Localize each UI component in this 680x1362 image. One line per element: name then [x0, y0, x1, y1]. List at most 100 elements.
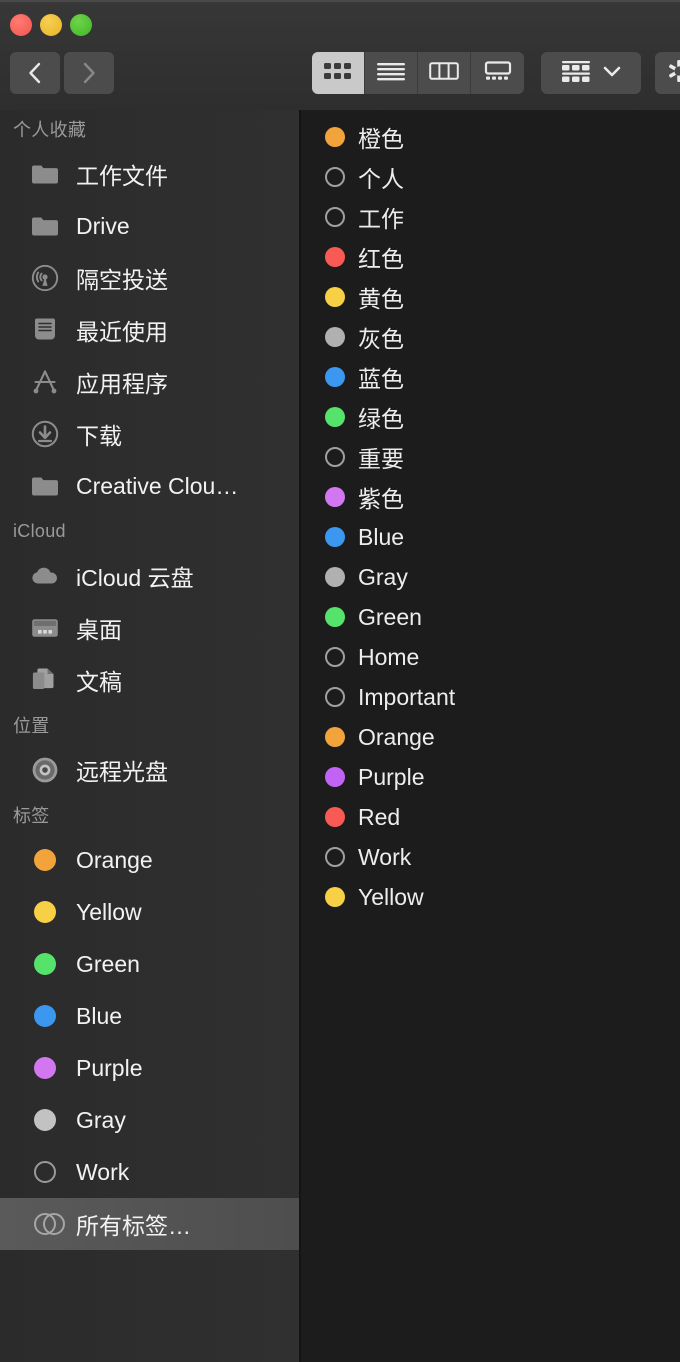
tag-dot-icon [325, 367, 345, 387]
tag-dot-icon [325, 727, 345, 747]
sidebar-tag-yellow[interactable]: Yellow [0, 886, 299, 938]
action-menu-button[interactable] [655, 52, 680, 94]
sidebar-tag-green[interactable]: Green [0, 938, 299, 990]
tag-dot-icon [28, 1053, 62, 1083]
list-item[interactable]: 黄色 [301, 277, 680, 317]
window-titlebar [0, 0, 680, 110]
arrange-button[interactable] [541, 52, 641, 94]
tag-dot-icon [325, 807, 345, 827]
sidebar-tag-purple[interactable]: Purple [0, 1042, 299, 1094]
folder-icon [28, 471, 62, 501]
list-view-button[interactable] [365, 52, 418, 94]
gallery-view-button[interactable] [471, 52, 524, 94]
sidebar-item-label: 所有标签… [76, 1213, 191, 1239]
list-item-label: Purple [358, 763, 425, 790]
sidebar-item-desktop[interactable]: 桌面 [0, 602, 299, 654]
column-view-button[interactable] [418, 52, 471, 94]
tag-list-panel[interactable]: 橙色 个人 工作 红色 黄色 灰色 蓝色 绿色 重要 紫色 Blue Gray … [301, 110, 680, 1362]
sidebar-section-header-locations: 位置 [13, 716, 50, 736]
list-item[interactable]: Home [301, 637, 680, 677]
tag-dot-icon [325, 887, 345, 907]
list-item[interactable]: 橙色 [301, 117, 680, 157]
list-item-label: 重要 [358, 446, 404, 472]
all-tags-icon [28, 1209, 65, 1239]
sidebar-item-label: Orange [76, 846, 153, 873]
forward-button[interactable] [64, 52, 114, 94]
sidebar-item-recents[interactable]: 最近使用 [0, 304, 299, 356]
list-item[interactable]: 重要 [301, 437, 680, 477]
list-item[interactable]: Green [301, 597, 680, 637]
grid-icon [323, 61, 353, 86]
sidebar-tag-blue[interactable]: Blue [0, 990, 299, 1042]
downloads-icon [28, 419, 62, 449]
list-item[interactable]: Orange [301, 717, 680, 757]
list-item[interactable]: Work [301, 837, 680, 877]
applications-icon [28, 367, 62, 397]
sidebar-section-header-favorites: 个人收藏 [13, 120, 87, 140]
zoom-button[interactable] [70, 14, 92, 36]
tag-dot-hollow-icon [325, 687, 345, 707]
list-item-label: Home [358, 643, 420, 670]
chevron-down-icon [602, 64, 622, 83]
list-item[interactable]: Blue [301, 517, 680, 557]
sidebar-item-label: Blue [76, 1002, 123, 1029]
sidebar-item-applications[interactable]: 应用程序 [0, 356, 299, 408]
sidebar-item-downloads[interactable]: 下载 [0, 408, 299, 460]
back-button[interactable] [10, 52, 60, 94]
list-item[interactable]: Gray [301, 557, 680, 597]
tag-dot-hollow-icon [325, 167, 345, 187]
list-item[interactable]: Purple [301, 757, 680, 797]
list-item[interactable]: 个人 [301, 157, 680, 197]
sidebar-item-remote-disc[interactable]: 远程光盘 [0, 744, 299, 796]
sidebar-item-label: 隔空投送 [76, 267, 168, 293]
sidebar-item-drive[interactable]: Drive [0, 200, 299, 252]
list-item[interactable]: 绿色 [301, 397, 680, 437]
list-item-label: Gray [358, 563, 408, 590]
traffic-lights [10, 14, 92, 36]
sidebar-item-icloud-drive[interactable]: iCloud 云盘 [0, 550, 299, 602]
desktop-icon [28, 613, 62, 643]
sidebar-item-label: Green [76, 950, 140, 977]
tag-dot-icon [325, 567, 345, 587]
list-item-label: 个人 [358, 166, 404, 192]
list-item[interactable]: Yellow [301, 877, 680, 917]
sidebar-section-header-tags: 标签 [13, 806, 50, 826]
sidebar-tag-gray[interactable]: Gray [0, 1094, 299, 1146]
sidebar-item-all-tags[interactable]: 所有标签… [0, 1198, 299, 1250]
gallery-icon [483, 60, 513, 86]
chevron-left-icon [27, 61, 43, 85]
list-item[interactable]: 紫色 [301, 477, 680, 517]
sidebar-item-label: Purple [76, 1054, 143, 1081]
airdrop-icon [28, 263, 62, 293]
sidebar-item-creative-cloud[interactable]: Creative Clou… [0, 460, 299, 512]
sidebar-item-documents[interactable]: 文稿 [0, 654, 299, 706]
sidebar-tag-orange[interactable]: Orange [0, 834, 299, 886]
list-item-label: 橙色 [358, 126, 404, 152]
close-button[interactable] [10, 14, 32, 36]
list-item-label: Work [358, 843, 412, 870]
sidebar[interactable]: 个人收藏 工作文件 Drive 隔空投送 最近使用 应用程序 下载 Creati… [0, 110, 299, 1362]
list-item-label: 工作 [358, 206, 404, 232]
sidebar-item-work-files[interactable]: 工作文件 [0, 148, 299, 200]
minimize-button[interactable] [40, 14, 62, 36]
list-item[interactable]: 工作 [301, 197, 680, 237]
columns-icon [429, 61, 459, 86]
sidebar-item-airdrop[interactable]: 隔空投送 [0, 252, 299, 304]
finder-window: 个人收藏 工作文件 Drive 隔空投送 最近使用 应用程序 下载 Creati… [0, 0, 680, 1362]
sidebar-item-label: iCloud 云盘 [76, 565, 194, 591]
sidebar-tag-work[interactable]: Work [0, 1146, 299, 1198]
list-item[interactable]: 红色 [301, 237, 680, 277]
tag-dot-icon [325, 527, 345, 547]
sidebar-item-label: Yellow [76, 898, 142, 925]
sidebar-item-label: 工作文件 [76, 163, 168, 189]
chevron-right-icon [81, 61, 97, 85]
list-item-label: 灰色 [358, 326, 404, 352]
sidebar-item-label: 桌面 [76, 617, 122, 643]
icon-view-button[interactable] [312, 52, 365, 94]
list-item[interactable]: Important [301, 677, 680, 717]
list-item[interactable]: 蓝色 [301, 357, 680, 397]
list-item[interactable]: 灰色 [301, 317, 680, 357]
disc-icon [28, 755, 62, 785]
list-item[interactable]: Red [301, 797, 680, 837]
sidebar-item-label: 下载 [76, 423, 122, 449]
